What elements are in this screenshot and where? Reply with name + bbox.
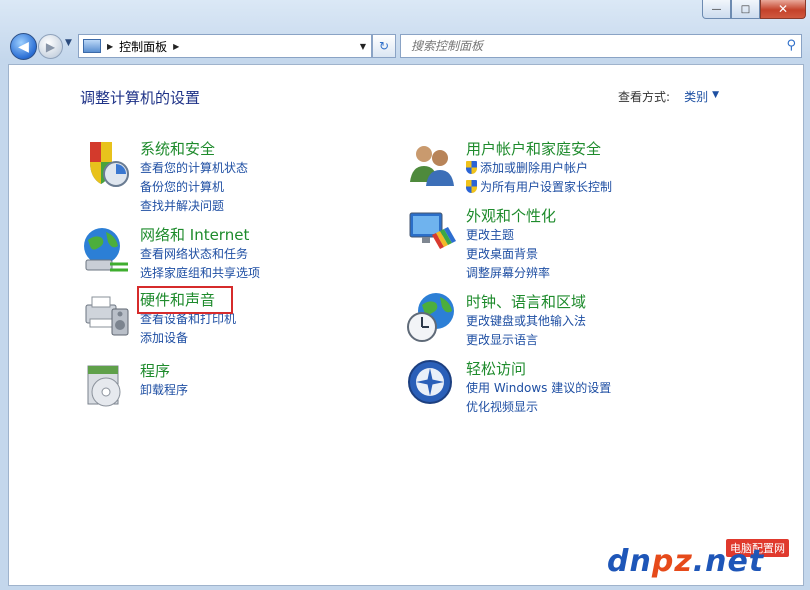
view-by: 查看方式: 类别 ▼ [618, 88, 719, 105]
category-links: 使用 Windows 建议的设置 优化视频显示 [466, 378, 611, 416]
category-links: 查看设备和打印机 添加设备 [140, 309, 236, 347]
search-icon[interactable]: ⚲ [786, 38, 796, 53]
link-change-input-method[interactable]: 更改键盘或其他输入法 [466, 311, 586, 330]
chevron-down-icon[interactable]: ▼ [712, 90, 719, 105]
link-add-remove-accounts[interactable]: 添加或删除用户帐户 [466, 158, 612, 177]
link-find-fix-problems[interactable]: 查找并解决问题 [140, 196, 248, 215]
category-links: 更改键盘或其他输入法 更改显示语言 [466, 311, 586, 349]
link-homegroup-sharing[interactable]: 选择家庭组和共享选项 [140, 263, 260, 282]
recent-pages-dropdown[interactable]: ▼ [65, 38, 72, 48]
maximize-button[interactable]: □ [731, 0, 760, 19]
category-title[interactable]: 时钟、语言和区域 [466, 291, 586, 312]
programs-icon[interactable] [80, 360, 132, 412]
uac-shield-icon [466, 180, 477, 193]
category-links: 更改主题 更改桌面背景 调整屏幕分辨率 [466, 225, 550, 282]
view-by-selector[interactable]: 类别 [684, 88, 708, 105]
minimize-button[interactable]: — [702, 0, 731, 19]
breadcrumb-separator-icon[interactable]: ▶ [107, 42, 113, 51]
category-appearance: 外观和个性化 更改主题 更改桌面背景 调整屏幕分辨率 [406, 205, 746, 280]
link-optimize-display[interactable]: 优化视频显示 [466, 397, 611, 416]
link-label[interactable]: 添加或删除用户帐户 [480, 159, 588, 176]
link-view-network-status[interactable]: 查看网络状态和任务 [140, 244, 260, 263]
category-title[interactable]: 网络和 Internet [140, 224, 249, 245]
category-title[interactable]: 用户帐户和家庭安全 [466, 138, 601, 159]
back-button[interactable]: ◀ [10, 33, 37, 60]
address-bar[interactable]: ▶ 控制面板 ▶ ▼ [78, 34, 372, 58]
link-adjust-resolution[interactable]: 调整屏幕分辨率 [466, 263, 550, 282]
category-title[interactable]: 外观和个性化 [466, 205, 556, 226]
clock-language-region-icon[interactable] [406, 291, 458, 343]
watermark-logo: dnpz.net [607, 544, 764, 579]
category-title[interactable]: 程序 [140, 360, 170, 381]
link-change-background[interactable]: 更改桌面背景 [466, 244, 550, 263]
close-button[interactable]: ✕ [760, 0, 806, 19]
view-by-label: 查看方式: [618, 90, 671, 104]
page-title: 调整计算机的设置 [80, 89, 201, 107]
category-network-internet: 网络和 Internet 查看网络状态和任务 选择家庭组和共享选项 [80, 224, 400, 284]
link-backup-computer[interactable]: 备份您的计算机 [140, 177, 248, 196]
link-uninstall-program[interactable]: 卸载程序 [140, 380, 188, 399]
category-programs: 程序 卸载程序 [80, 360, 400, 415]
address-dropdown-icon[interactable]: ▼ [355, 35, 371, 57]
category-clock-language-region: 时钟、语言和区域 更改键盘或其他输入法 更改显示语言 [406, 291, 746, 351]
watermark: 电脑配置网 dnpz.net [607, 537, 795, 579]
category-links: 添加或删除用户帐户 为所有用户设置家长控制 [466, 158, 612, 196]
control-panel-window: — □ ✕ ◀ ▶ ▼ ▶ 控制面板 ▶ ▼ ↻ ⚲ 调整计算机的设置 查看方式… [0, 0, 810, 590]
category-links: 查看网络状态和任务 选择家庭组和共享选项 [140, 244, 260, 282]
category-hardware-sound: 硬件和声音 查看设备和打印机 添加设备 [80, 289, 400, 349]
search-input[interactable] [409, 38, 773, 54]
category-user-accounts: 用户帐户和家庭安全 添加或删除用户帐户 为所有用户设置家长控制 [406, 138, 746, 198]
link-label[interactable]: 为所有用户设置家长控制 [480, 178, 612, 195]
category-links: 卸载程序 [140, 380, 188, 399]
category-title[interactable]: 轻松访问 [466, 358, 526, 379]
network-internet-icon[interactable] [80, 224, 132, 276]
link-change-display-language[interactable]: 更改显示语言 [466, 330, 586, 349]
uac-shield-icon [466, 161, 477, 174]
search-box[interactable]: ⚲ [400, 34, 802, 58]
breadcrumb-separator-icon[interactable]: ▶ [173, 42, 179, 51]
caption-buttons: — □ ✕ [702, 0, 806, 20]
main-content: 调整计算机的设置 查看方式: 类别 ▼ 系统和安全 查看您的计算机状态 备份您的… [8, 64, 804, 586]
watermark-logo-part: .net [692, 544, 765, 579]
appearance-icon[interactable] [406, 205, 458, 257]
ease-of-access-icon[interactable] [406, 358, 458, 410]
navigation-bar: ◀ ▶ ▼ ▶ 控制面板 ▶ ▼ ↻ ⚲ [8, 30, 802, 62]
forward-button[interactable]: ▶ [38, 34, 63, 59]
link-recommended-settings[interactable]: 使用 Windows 建议的设置 [466, 378, 611, 397]
watermark-logo-part: pz [651, 544, 693, 579]
link-add-device[interactable]: 添加设备 [140, 328, 236, 347]
link-parental-controls[interactable]: 为所有用户设置家长控制 [466, 177, 612, 196]
system-security-icon[interactable] [80, 138, 132, 190]
link-view-computer-status[interactable]: 查看您的计算机状态 [140, 158, 248, 177]
category-system-security: 系统和安全 查看您的计算机状态 备份您的计算机 查找并解决问题 [80, 138, 400, 213]
breadcrumb-control-panel[interactable]: 控制面板 [119, 38, 167, 55]
hardware-sound-icon[interactable] [80, 289, 132, 341]
control-panel-icon [83, 39, 101, 53]
link-change-theme[interactable]: 更改主题 [466, 225, 550, 244]
highlight-box [137, 286, 233, 314]
category-title[interactable]: 系统和安全 [140, 138, 215, 159]
category-ease-of-access: 轻松访问 使用 Windows 建议的设置 优化视频显示 [406, 358, 746, 418]
refresh-button[interactable]: ↻ [372, 34, 396, 58]
category-links: 查看您的计算机状态 备份您的计算机 查找并解决问题 [140, 158, 248, 215]
user-accounts-icon[interactable] [406, 138, 458, 190]
watermark-logo-part: dn [607, 544, 652, 579]
